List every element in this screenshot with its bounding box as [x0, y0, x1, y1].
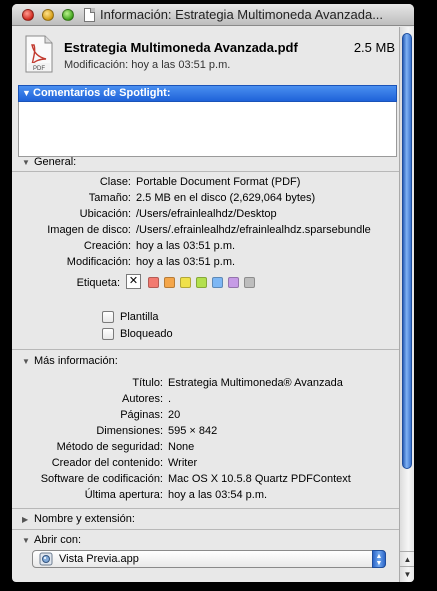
color-label-swatch[interactable] [244, 277, 255, 288]
section-divider [12, 529, 399, 530]
class-label: Clase: [99, 176, 131, 188]
location-value: /Users/efrainlealhdz/Desktop [136, 208, 277, 220]
minimize-window-button[interactable] [42, 9, 54, 21]
title-bar[interactable]: Información: Estrategia Multimoneda Avan… [12, 4, 414, 26]
size-label: Tamaño: [88, 192, 131, 204]
created-value: hoy a las 03:51 p.m. [136, 240, 236, 252]
spotlight-heading: Comentarios de Spotlight: [33, 87, 171, 99]
stationery-checkbox[interactable] [102, 311, 114, 323]
encoding-software-label: Software de codificación: [40, 473, 163, 485]
color-label-swatch[interactable] [164, 277, 175, 288]
locked-label: Bloqueado [120, 328, 173, 340]
more-info-heading: Más información: [34, 355, 118, 367]
open-with-heading: Abrir con: [34, 534, 82, 546]
scroll-down-arrow-icon[interactable]: ▼ [400, 566, 414, 581]
size-value: 2.5 MB en el disco (2,629,064 bytes) [136, 192, 316, 204]
security-label: Método de seguridad: [56, 441, 163, 453]
name-extension-section-header[interactable]: ▶ Nombre y extensión: [22, 513, 135, 525]
title-label: Título: [132, 377, 163, 389]
document-proxy-icon[interactable] [84, 8, 95, 22]
content-creator-label: Creador del contenido: [51, 457, 163, 469]
section-divider [12, 171, 399, 172]
name-extension-heading: Nombre y extensión: [34, 513, 135, 525]
file-name: Estrategia Multimoneda Avanzada.pdf [64, 40, 298, 55]
scroll-up-arrow-icon[interactable]: ▲ [400, 551, 414, 566]
modified-label: Modificación: [66, 256, 131, 268]
section-divider [12, 508, 399, 509]
file-modified: Modificación: hoy a las 03:51 p.m. [64, 59, 231, 71]
locked-checkbox[interactable] [102, 328, 114, 340]
spotlight-comments-field[interactable] [18, 102, 397, 157]
title-value: Estrategia Multimoneda® Avanzada [168, 377, 343, 389]
disk-image-label: Imagen de disco: [47, 224, 131, 236]
dimensions-label: Dimensiones: [96, 425, 163, 437]
disclosure-open-icon[interactable]: ▼ [22, 536, 34, 545]
disclosure-open-icon[interactable]: ▼ [22, 357, 34, 366]
disclosure-open-icon[interactable]: ▼ [22, 86, 31, 101]
color-label-swatch[interactable] [212, 277, 223, 288]
modified-value: hoy a las 03:51 p.m. [136, 256, 236, 268]
disclosure-open-icon[interactable]: ▼ [22, 158, 34, 167]
file-size: 2.5 MB [353, 40, 395, 55]
section-divider [12, 349, 399, 350]
last-opened-value: hoy a las 03:54 p.m. [168, 489, 268, 501]
info-content: PDF Estrategia Multimoneda Avanzada.pdf … [12, 27, 399, 582]
disk-image-value: /Users/.efrainlealhdz/efrainlealhdz.spar… [136, 224, 371, 236]
selected-app-name: Vista Previa.app [59, 553, 139, 565]
zoom-window-button[interactable] [62, 9, 74, 21]
no-label-button[interactable]: ✕ [126, 274, 141, 289]
disclosure-closed-icon[interactable]: ▶ [22, 515, 34, 524]
open-with-section-header[interactable]: ▼ Abrir con: [22, 534, 81, 546]
class-value: Portable Document Format (PDF) [136, 176, 301, 188]
color-label-label: Etiqueta: [76, 277, 120, 289]
open-with-app-select[interactable]: Vista Previa.app ▲ ▼ [32, 550, 386, 568]
info-window: Información: Estrategia Multimoneda Avan… [12, 4, 414, 582]
pdf-file-icon: PDF [25, 35, 53, 73]
location-label: Ubicación: [79, 208, 131, 220]
dimensions-value: 595 × 842 [168, 425, 218, 437]
content-creator-value: Writer [168, 457, 198, 469]
window-title: Información: Estrategia Multimoneda Avan… [100, 7, 384, 22]
created-label: Creación: [83, 240, 131, 252]
stationery-label: Plantilla [120, 311, 159, 323]
last-opened-label: Última apertura: [84, 489, 163, 501]
general-section-header[interactable]: ▼ General: [22, 156, 76, 168]
close-window-button[interactable] [22, 9, 34, 21]
authors-label: Autores: [122, 393, 163, 405]
file-header: PDF Estrategia Multimoneda Avanzada.pdf … [12, 27, 399, 85]
preview-app-icon [39, 552, 53, 566]
vertical-scrollbar[interactable]: ▲ ▼ [399, 27, 414, 582]
pages-label: Páginas: [120, 409, 163, 421]
encoding-software-value: Mac OS X 10.5.8 Quartz PDFContext [168, 473, 351, 485]
color-label-swatch[interactable] [228, 277, 239, 288]
color-label-swatch[interactable] [180, 277, 191, 288]
color-label-swatch[interactable] [196, 277, 207, 288]
general-heading: General: [34, 156, 77, 168]
spotlight-comments-header[interactable]: ▼ Comentarios de Spotlight: [18, 85, 397, 102]
more-info-section-header[interactable]: ▼ Más información: [22, 355, 118, 367]
color-label-swatch[interactable] [148, 277, 159, 288]
pdf-icon-label: PDF [33, 66, 45, 72]
scroll-thumb[interactable] [402, 33, 412, 469]
authors-value: . [168, 393, 172, 405]
security-value: None [168, 441, 195, 453]
popup-arrows-icon[interactable]: ▲ ▼ [372, 550, 386, 568]
pages-value: 20 [168, 409, 181, 421]
